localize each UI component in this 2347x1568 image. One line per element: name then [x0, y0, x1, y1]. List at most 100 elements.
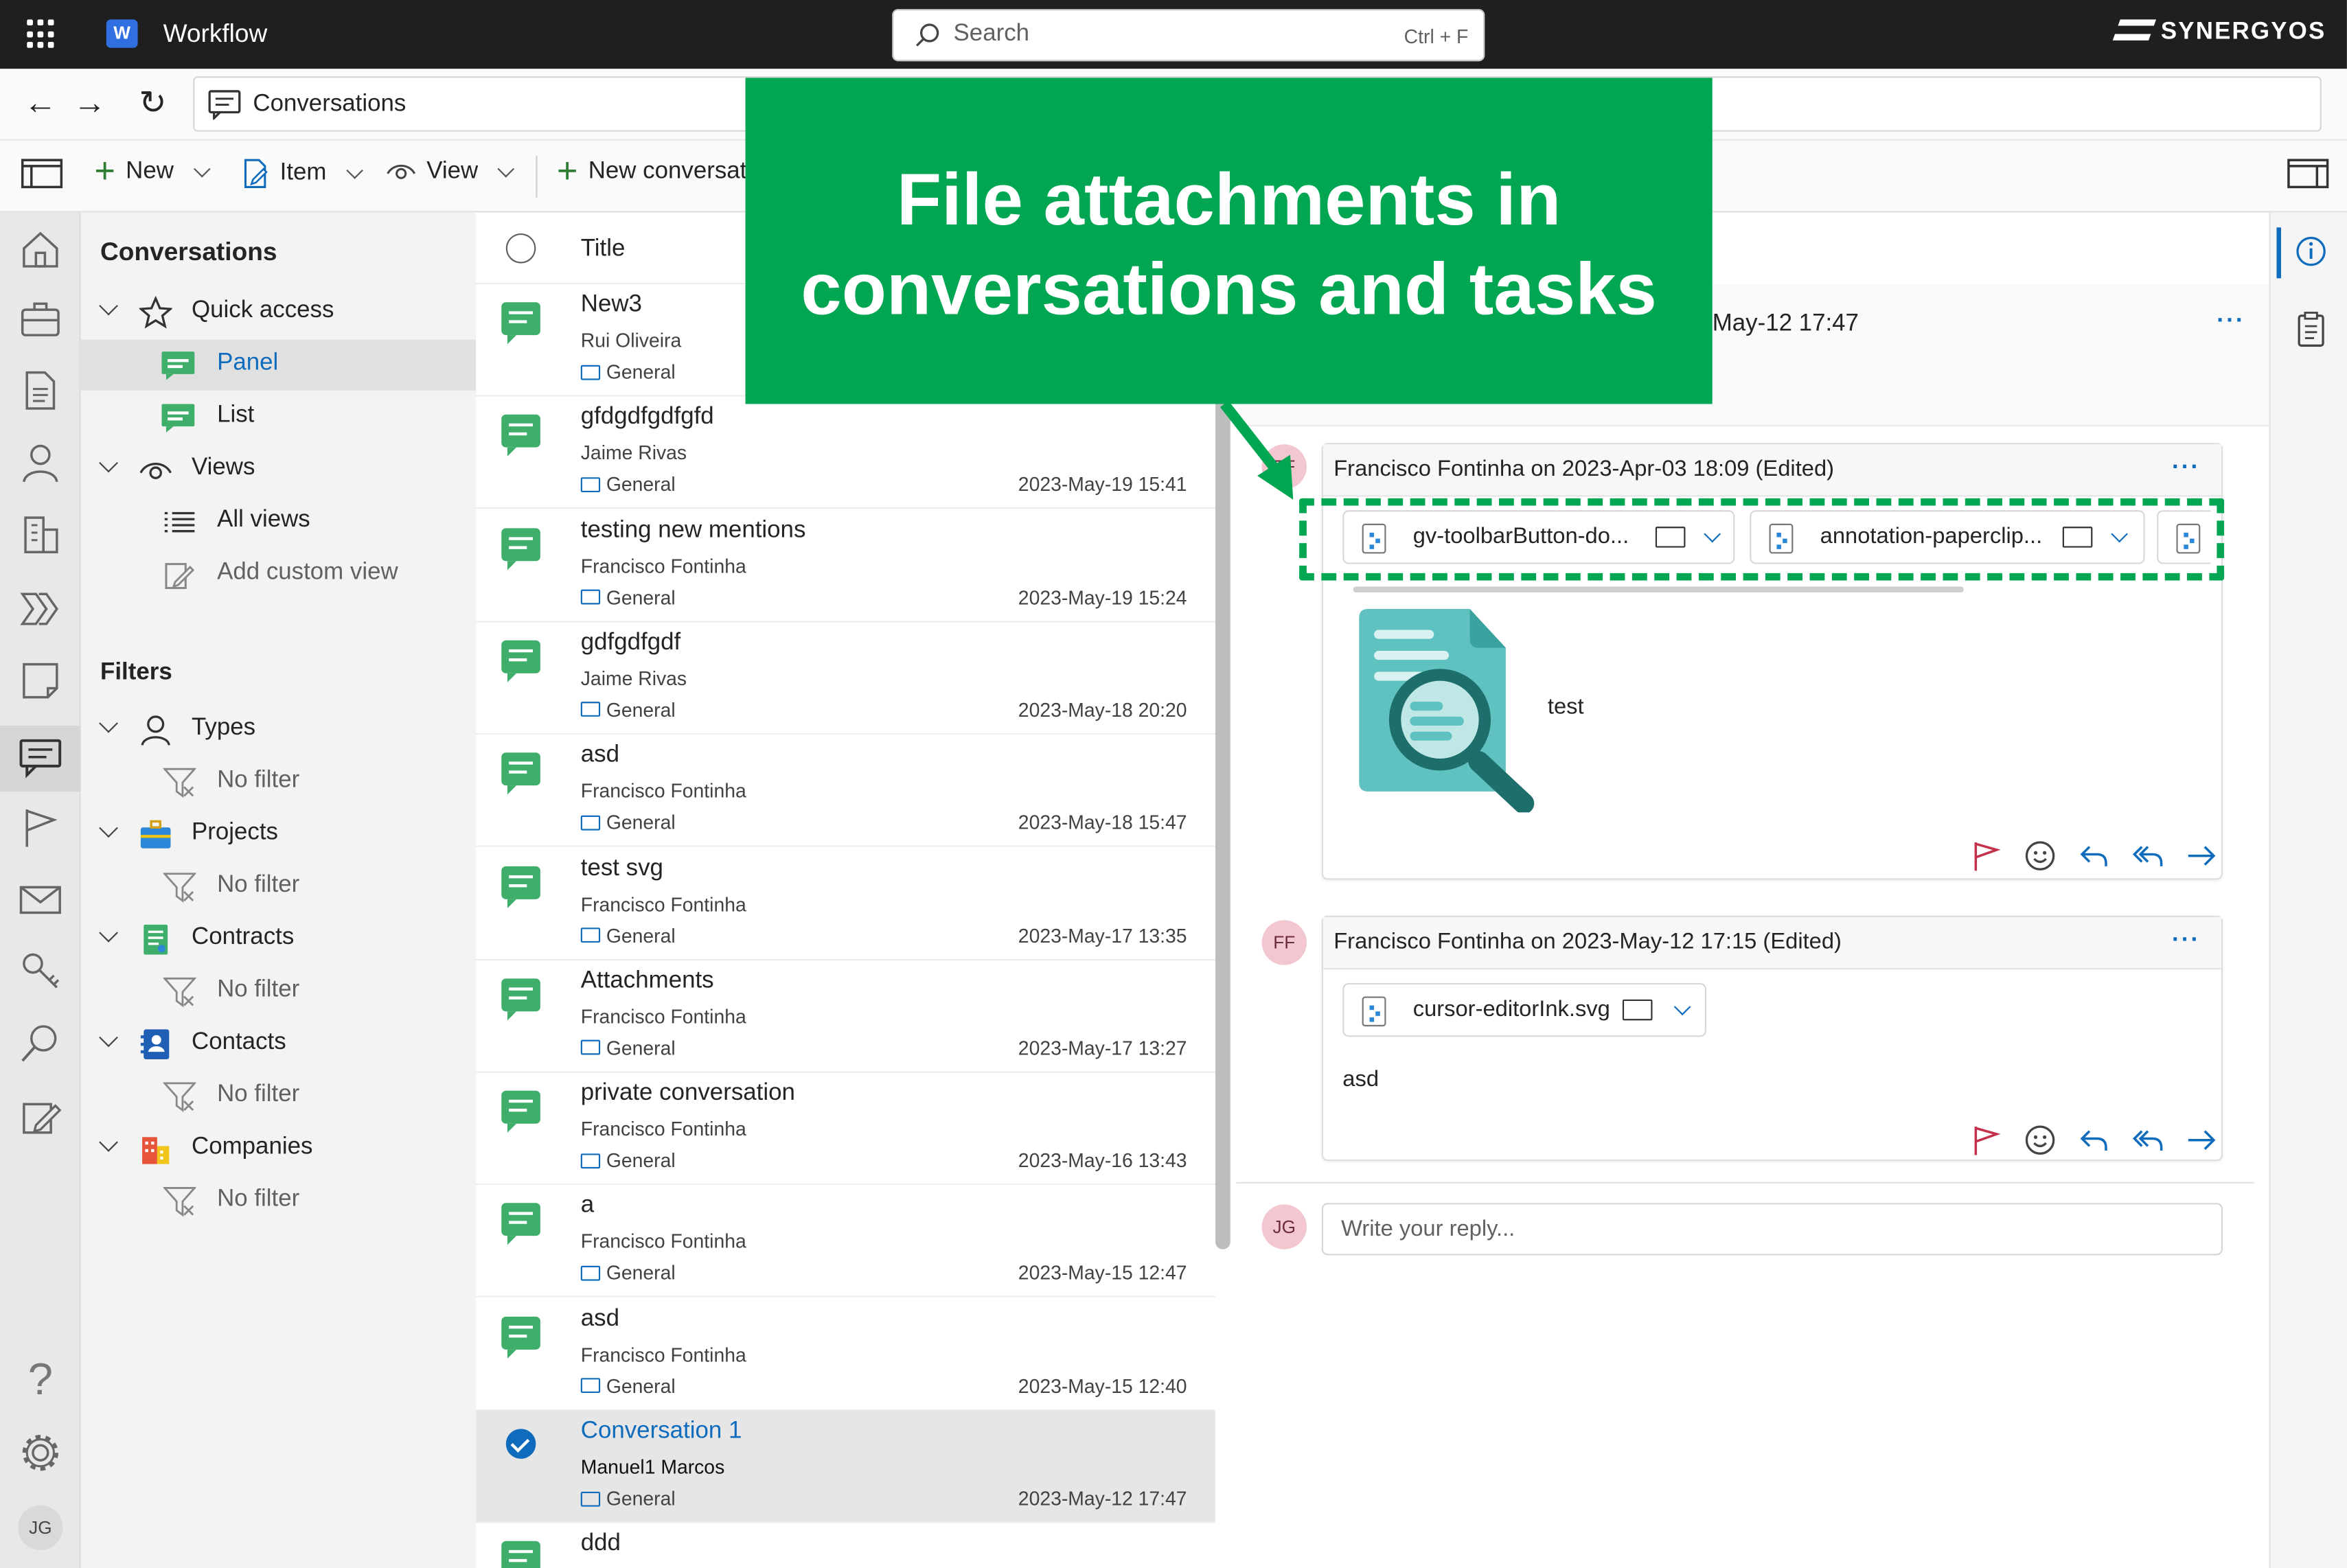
reply-input[interactable]: Write your reply... — [1321, 1203, 2223, 1256]
select-all-checkbox[interactable] — [505, 233, 536, 264]
conversation-icon — [501, 752, 540, 795]
help-icon[interactable]: ? — [18, 1358, 62, 1403]
list-item[interactable]: private conversation Francisco Fontinha Ge… — [476, 1073, 1215, 1186]
category-chat-icon — [580, 1490, 601, 1506]
reply-icon[interactable] — [2078, 1124, 2111, 1157]
chevron-down-icon — [498, 160, 515, 178]
category-chat-icon — [580, 476, 601, 492]
building-icon[interactable] — [18, 511, 62, 556]
filter-contacts[interactable]: Contacts — [81, 1019, 476, 1070]
flag-icon[interactable] — [18, 805, 62, 850]
home-icon[interactable] — [18, 227, 62, 272]
conversations-icon[interactable] — [18, 735, 62, 779]
reply-icon[interactable] — [2078, 840, 2111, 873]
filter-contracts[interactable]: Contracts — [81, 914, 476, 965]
conversation-author: Francisco Fontinha — [580, 892, 746, 915]
selected-check-icon[interactable] — [505, 1429, 536, 1459]
flag-icon[interactable] — [1970, 840, 2003, 873]
list-item[interactable]: ddd — [476, 1523, 1215, 1568]
category-chat-icon — [580, 815, 601, 830]
companies-icon — [142, 1137, 170, 1164]
forward-icon[interactable]: → — [72, 86, 108, 122]
nav-list[interactable]: List — [81, 392, 476, 443]
column-title[interactable]: Title — [581, 236, 626, 263]
filter-contacts-value[interactable]: No filter — [81, 1071, 476, 1122]
list-item[interactable]: asd Francisco Fontinha General 2023-May-15 … — [476, 1298, 1215, 1411]
nav-add-custom-view[interactable]: Add custom view — [81, 549, 476, 600]
conversation-icon — [501, 415, 540, 457]
reply-all-icon[interactable] — [2131, 840, 2164, 873]
list-item[interactable]: gdfgdfgdf Jaime Rivas General 2023-May-18 2… — [476, 622, 1215, 735]
info-icon[interactable] — [2295, 235, 2328, 268]
filter-companies-value[interactable]: No filter — [81, 1176, 476, 1227]
toggle-details-pane-icon[interactable] — [2287, 157, 2329, 190]
clipboard-icon[interactable] — [2296, 311, 2326, 347]
list-item[interactable]: gfdgdfgdfgfd Jaime Rivas General 2023-May-1… — [476, 397, 1215, 509]
filter-contracts-value[interactable]: No filter — [81, 967, 476, 1017]
filter-companies[interactable]: Companies — [81, 1124, 476, 1175]
conversation-title: ddd — [580, 1531, 621, 1557]
app-launcher-icon[interactable] — [27, 19, 57, 49]
filter-projects-value[interactable]: No filter — [81, 862, 476, 912]
key-icon[interactable] — [18, 949, 62, 993]
edit-note-icon[interactable] — [18, 1095, 62, 1140]
search-box[interactable]: Search Ctrl + F — [892, 9, 1485, 62]
left-rail: ? JG — [0, 212, 81, 1568]
list-scrollbar[interactable] — [1215, 396, 1230, 1249]
list-item[interactable]: Conversation 1 Manuel1 Marcos General 2023-… — [476, 1411, 1215, 1523]
new-conversation-button[interactable]: + New conversat — [557, 153, 746, 189]
nav-panel[interactable]: Panel — [80, 339, 477, 391]
message-author-line: Francisco Fontinha on 2023-Apr-03 18:09 … — [1333, 456, 1835, 482]
document-search-icon — [1359, 609, 1535, 813]
filter-types-value[interactable]: No filter — [81, 757, 476, 808]
list-item[interactable]: testing new mentions Francisco Fontinha Ge… — [476, 509, 1215, 622]
toggle-navigation-icon[interactable] — [21, 157, 63, 190]
person-icon[interactable] — [18, 440, 62, 485]
category-chat-icon — [580, 364, 601, 380]
emoji-icon[interactable] — [2024, 840, 2057, 873]
forward-icon[interactable] — [2186, 1124, 2219, 1157]
flag-icon[interactable] — [1970, 1124, 2003, 1157]
more-options-icon[interactable]: ··· — [2172, 455, 2200, 482]
filter-types[interactable]: Types — [81, 704, 476, 755]
user-avatar[interactable]: JG — [18, 1505, 63, 1550]
emoji-icon[interactable] — [2024, 1124, 2057, 1157]
filter-companies-value-label: No filter — [217, 1186, 300, 1212]
note-icon[interactable] — [18, 658, 62, 703]
conversation-category: General — [580, 360, 676, 383]
attachment-chip[interactable]: cursor-editorInk.svg — [1342, 982, 1706, 1037]
message-header: Francisco Fontinha on 2023-May-12 17:15 … — [1323, 916, 2221, 970]
nav-all-views[interactable]: All views — [81, 497, 476, 548]
more-options-icon[interactable]: ··· — [2217, 308, 2245, 335]
workflow-icon[interactable] — [18, 586, 62, 631]
attachment-scrollbar[interactable] — [1353, 586, 1964, 593]
search-icon[interactable] — [18, 1020, 62, 1065]
nav-views[interactable]: Views — [81, 444, 476, 495]
filter-projects[interactable]: Projects — [81, 809, 476, 860]
chevron-down-icon[interactable] — [1673, 998, 1691, 1016]
back-icon[interactable]: ← — [23, 86, 58, 122]
list-item[interactable]: asd Francisco Fontinha General 2023-May-18 … — [476, 735, 1215, 847]
list-item[interactable]: test svg Francisco Fontinha General 2023-Ma… — [476, 848, 1215, 960]
brand-name: SYNERGYOS — [2160, 19, 2326, 45]
gear-icon[interactable] — [18, 1431, 62, 1475]
folder-icon[interactable] — [1622, 999, 1653, 1021]
more-options-icon[interactable]: ··· — [2172, 927, 2200, 954]
new-button[interactable]: + New — [94, 153, 217, 189]
forward-icon[interactable] — [2186, 840, 2219, 873]
document-icon[interactable] — [18, 368, 62, 413]
briefcase-icon[interactable] — [18, 297, 62, 341]
list-item[interactable]: Attachments Francisco Fontinha General 2023… — [476, 960, 1215, 1073]
category-label: General — [606, 1487, 676, 1510]
list-bullets-icon — [164, 511, 195, 533]
filter-clear-icon — [163, 977, 196, 1008]
mail-icon[interactable] — [18, 877, 62, 921]
list-item[interactable]: a Francisco Fontinha General 2023-May-15 12… — [476, 1186, 1215, 1298]
reply-all-icon[interactable] — [2131, 1124, 2164, 1157]
category-chat-icon — [580, 1153, 601, 1168]
view-button[interactable]: View — [386, 159, 521, 185]
refresh-icon[interactable]: ↻ — [135, 86, 170, 122]
item-button[interactable]: Item — [242, 159, 370, 189]
category-label: General — [606, 1262, 676, 1284]
nav-quick-access[interactable]: Quick access — [81, 287, 476, 338]
